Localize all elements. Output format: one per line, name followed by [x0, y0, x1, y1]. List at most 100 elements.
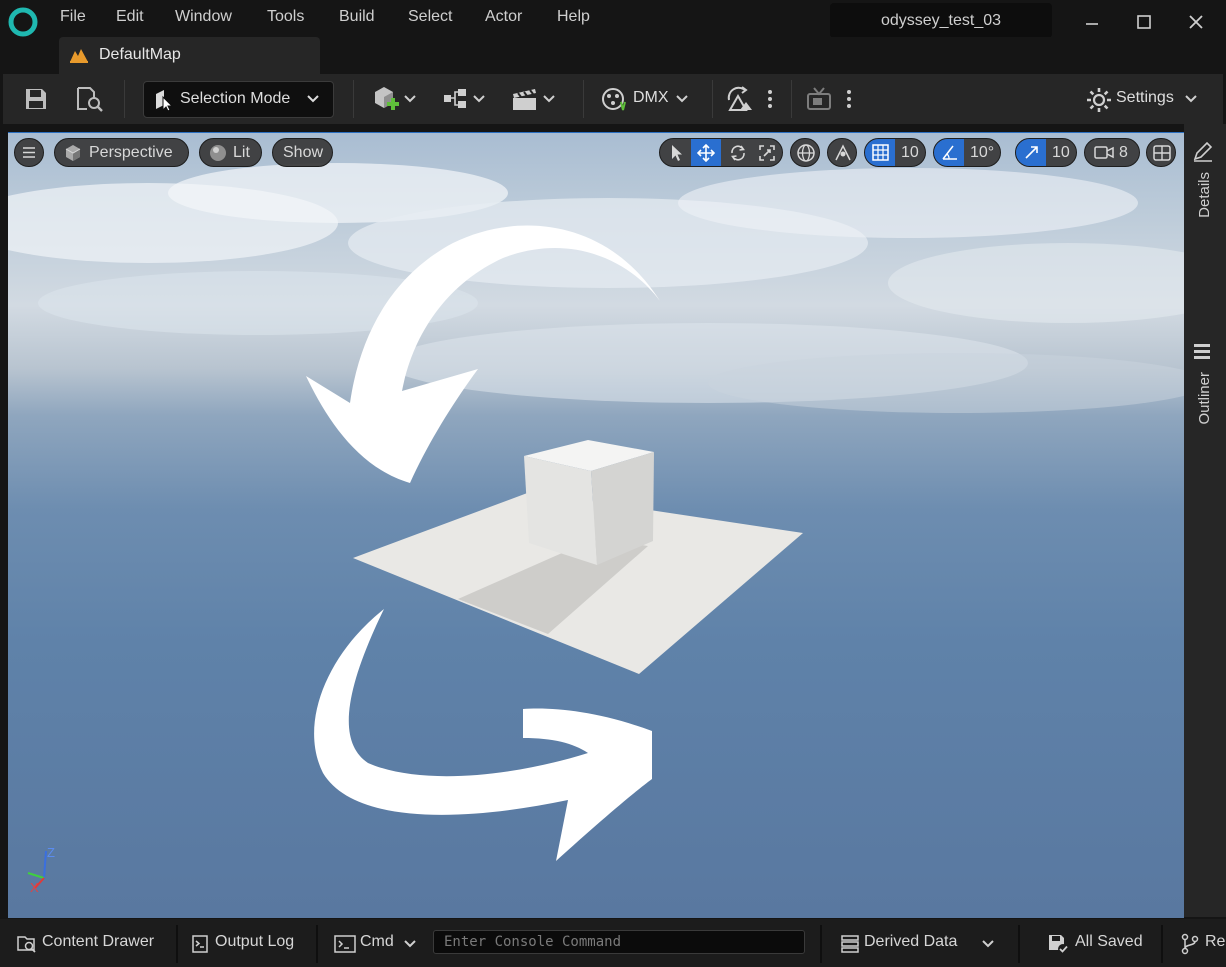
- save-all-icon: [1049, 935, 1068, 954]
- output-log-button[interactable]: Output Log: [215, 933, 294, 951]
- menu-window[interactable]: Window: [175, 8, 232, 26]
- unreal-logo-icon[interactable]: [8, 7, 38, 37]
- derived-data-button[interactable]: Derived Data: [864, 933, 957, 951]
- menu-select[interactable]: Select: [408, 8, 452, 26]
- document-tab-row: DefaultMap: [0, 37, 1226, 74]
- status-divider: [1018, 925, 1020, 963]
- blueprint-icon[interactable]: [442, 87, 472, 111]
- more-options-icon[interactable]: [846, 89, 852, 109]
- menu-edit[interactable]: Edit: [116, 8, 144, 26]
- selection-mode-dropdown[interactable]: Selection Mode: [143, 81, 334, 118]
- show-dropdown[interactable]: Show: [272, 138, 333, 167]
- settings-label[interactable]: Settings: [1116, 89, 1174, 107]
- scale-snap-group[interactable]: 10: [1015, 138, 1077, 167]
- add-actor-icon[interactable]: [371, 85, 401, 113]
- axis-x-label: X: [30, 880, 39, 895]
- console-command-input[interactable]: [433, 930, 805, 954]
- scale-tool-icon[interactable]: [758, 144, 776, 162]
- level-viewport[interactable]: Z X Perspective Lit Show 10 10° 10 8: [8, 132, 1184, 918]
- chevron-down-icon[interactable]: [404, 95, 416, 103]
- camera-icon: [1094, 146, 1114, 159]
- perspective-dropdown[interactable]: Perspective: [54, 138, 189, 167]
- status-divider: [316, 925, 318, 963]
- move-tool-button[interactable]: [691, 139, 721, 166]
- chevron-down-icon[interactable]: [676, 95, 688, 103]
- rotation-snap-group[interactable]: 10°: [933, 138, 1001, 167]
- toolbar-divider: [583, 80, 584, 118]
- surface-snapping-button[interactable]: [827, 138, 857, 167]
- content-drawer-button[interactable]: Content Drawer: [42, 933, 154, 951]
- save-icon[interactable]: [23, 86, 49, 112]
- scene-view: Z X: [27, 225, 803, 895]
- output-log-icon: [192, 935, 208, 953]
- toolbar-divider: [124, 80, 125, 118]
- coordinate-system-button[interactable]: [790, 138, 820, 167]
- hamburger-menu-icon: [23, 147, 35, 158]
- chevron-down-icon[interactable]: [982, 940, 994, 948]
- chevron-down-icon[interactable]: [404, 940, 416, 948]
- details-tab[interactable]: Details: [1196, 172, 1213, 218]
- toolbar-divider: [712, 80, 713, 118]
- source-control-icon: [1181, 933, 1199, 955]
- cinematics-clapperboard-icon[interactable]: [510, 86, 540, 112]
- menu-file[interactable]: File: [60, 8, 86, 26]
- scale-arrow-icon: [1025, 146, 1038, 159]
- close-icon[interactable]: [1184, 10, 1208, 34]
- grid-snap-toggle[interactable]: [865, 139, 895, 166]
- cmd-dropdown[interactable]: Cmd: [360, 933, 394, 951]
- cube-view-icon: [65, 145, 81, 161]
- selection-mode-label: Selection Mode: [180, 90, 291, 107]
- platforms-icon[interactable]: [805, 86, 833, 112]
- outliner-tab[interactable]: Outliner: [1196, 372, 1213, 425]
- camera-speed-button[interactable]: 8: [1084, 138, 1140, 167]
- minimize-icon[interactable]: [1080, 10, 1104, 34]
- rotation-snap-value: 10°: [970, 144, 995, 161]
- toolbar-divider: [353, 80, 354, 118]
- scale-snap-toggle[interactable]: [1016, 139, 1046, 166]
- browse-level-icon[interactable]: [75, 85, 105, 113]
- chevron-down-icon[interactable]: [1185, 95, 1197, 103]
- transform-tools-group: [659, 138, 783, 167]
- play-mode-icon[interactable]: [725, 85, 755, 113]
- axis-gizmo: Z X: [27, 845, 55, 895]
- dmx-label[interactable]: DMX: [633, 89, 669, 107]
- status-divider: [820, 925, 822, 963]
- select-arrow-icon[interactable]: [669, 144, 685, 162]
- axis-z-label: Z: [47, 845, 55, 860]
- view-mode-dropdown[interactable]: Lit: [199, 138, 262, 167]
- selection-mode-icon: [156, 90, 174, 111]
- gear-icon[interactable]: [1086, 87, 1112, 113]
- pencil-icon[interactable]: [1192, 140, 1214, 162]
- menu-help[interactable]: Help: [557, 8, 590, 26]
- viewport-options-button[interactable]: [14, 138, 44, 167]
- maximize-icon[interactable]: [1132, 10, 1156, 34]
- content-drawer-icon: [17, 936, 36, 953]
- menu-actor[interactable]: Actor: [485, 8, 522, 26]
- angle-icon: [942, 145, 957, 160]
- move-arrows-icon: [697, 144, 715, 162]
- derived-data-icon: [841, 935, 859, 953]
- main-toolbar: Selection Mode DMX Settings: [3, 74, 1223, 124]
- toolbar-divider: [791, 80, 792, 118]
- viewport-layout-button[interactable]: [1146, 138, 1176, 167]
- globe-icon: [797, 144, 815, 162]
- chevron-down-icon[interactable]: [473, 95, 485, 103]
- tab-label: DefaultMap: [99, 46, 181, 63]
- dmx-icon[interactable]: [601, 86, 629, 112]
- grid-snap-group[interactable]: 10: [864, 138, 926, 167]
- more-options-icon[interactable]: [767, 89, 773, 109]
- show-label: Show: [283, 144, 324, 161]
- layout-grid-icon: [1153, 145, 1171, 161]
- level-icon: [70, 49, 88, 63]
- rotate-tool-icon[interactable]: [729, 144, 747, 162]
- all-saved-button[interactable]: All Saved: [1075, 933, 1143, 951]
- chevron-down-icon[interactable]: [543, 95, 555, 103]
- menu-build[interactable]: Build: [339, 8, 375, 26]
- revision-control-button[interactable]: Re: [1205, 933, 1225, 951]
- rotation-snap-toggle[interactable]: [934, 139, 964, 166]
- menu-tools[interactable]: Tools: [267, 8, 304, 26]
- lit-label: Lit: [233, 144, 250, 161]
- outliner-list-icon[interactable]: [1192, 342, 1212, 362]
- terminal-icon: [334, 935, 356, 953]
- tab-default-map[interactable]: DefaultMap: [59, 37, 320, 74]
